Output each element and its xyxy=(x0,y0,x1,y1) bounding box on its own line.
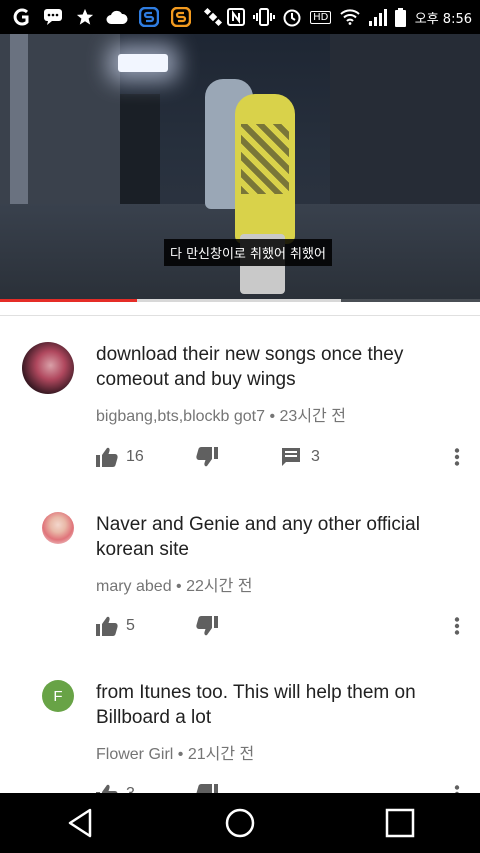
more-vert-icon xyxy=(454,617,460,635)
back-button[interactable] xyxy=(50,793,110,853)
comment-time: 22시간 전 xyxy=(186,578,253,595)
wifi-icon xyxy=(339,6,361,28)
comment-author[interactable]: bigbang,bts,blockb got7 xyxy=(96,408,265,425)
alarm-icon xyxy=(281,6,303,28)
back-icon xyxy=(68,808,92,838)
thumbs-down-icon xyxy=(196,616,218,636)
comment-text: from Itunes too. This will help them on … xyxy=(96,682,416,728)
thumbs-down-icon xyxy=(196,447,218,467)
more-vert-icon xyxy=(454,448,460,466)
s-app-orange-icon xyxy=(170,6,192,28)
more-options-button[interactable] xyxy=(454,448,460,466)
meta-separator: • xyxy=(176,578,182,595)
like-count: 5 xyxy=(126,617,135,634)
star-icon xyxy=(74,6,96,28)
comment-meta: bigbang,bts,blockb got7 • 23시간 전 xyxy=(96,402,346,426)
comment-meta: Flower Girl • 21시간 전 xyxy=(96,740,254,764)
like-button[interactable]: 16 xyxy=(96,447,196,467)
more-options-button[interactable] xyxy=(454,617,460,635)
meta-separator: • xyxy=(177,746,184,763)
nfc-icon xyxy=(225,6,247,28)
divider xyxy=(0,315,480,316)
s-app-icon xyxy=(138,6,160,28)
comment-icon xyxy=(282,448,300,466)
recents-icon xyxy=(385,808,415,838)
home-button[interactable] xyxy=(210,793,270,853)
status-bar: HD 오후 8:56 xyxy=(0,0,480,34)
dislike-button[interactable] xyxy=(196,616,281,636)
comment-time: 21시간 전 xyxy=(187,746,255,763)
avatar[interactable] xyxy=(22,342,74,394)
reply-count: 3 xyxy=(311,448,320,465)
avatar-letter: F xyxy=(53,687,63,705)
video-progress-bar[interactable] xyxy=(0,299,480,302)
meta-separator: • xyxy=(269,408,276,425)
clock-time: 오후 8:56 xyxy=(414,11,472,27)
vibrate-icon xyxy=(252,6,275,28)
navigation-bar xyxy=(0,793,480,853)
olleh-icon xyxy=(10,6,32,28)
progress-played xyxy=(0,299,137,302)
video-subtitle: 다 만신창이로 취했어 취했어 xyxy=(164,239,332,266)
thumbs-up-icon xyxy=(96,616,118,636)
video-figure xyxy=(235,94,295,244)
dislike-button[interactable] xyxy=(196,447,281,467)
comment-time: 23시간 전 xyxy=(279,408,346,425)
comment-meta: mary abed • 22시간 전 xyxy=(96,572,253,596)
chat-icon xyxy=(42,6,64,28)
comment-actions: 16 3 xyxy=(96,444,466,470)
comment-actions: 5 xyxy=(96,613,466,639)
reply-button[interactable]: 3 xyxy=(281,447,401,467)
home-icon xyxy=(225,808,255,838)
battery-icon xyxy=(395,6,407,28)
hd-icon: HD xyxy=(309,6,333,28)
satellite-icon xyxy=(202,6,224,28)
comment-text: download their new songs once they comeo… xyxy=(96,344,404,390)
comment-author[interactable]: Flower Girl xyxy=(96,746,173,763)
avatar[interactable] xyxy=(42,512,74,544)
avatar[interactable]: F xyxy=(42,680,74,712)
thumbs-up-icon xyxy=(96,447,118,467)
comment-text: Naver and Genie and any other official k… xyxy=(96,514,420,560)
like-button[interactable]: 5 xyxy=(96,616,196,636)
progress-buffered xyxy=(136,299,341,302)
signal-icon xyxy=(367,6,389,28)
cloud-icon xyxy=(106,6,128,28)
like-count: 16 xyxy=(126,448,144,465)
video-player[interactable]: 다 만신창이로 취했어 취했어 xyxy=(0,34,480,302)
comment-author[interactable]: mary abed xyxy=(96,578,172,595)
recents-button[interactable] xyxy=(370,793,430,853)
